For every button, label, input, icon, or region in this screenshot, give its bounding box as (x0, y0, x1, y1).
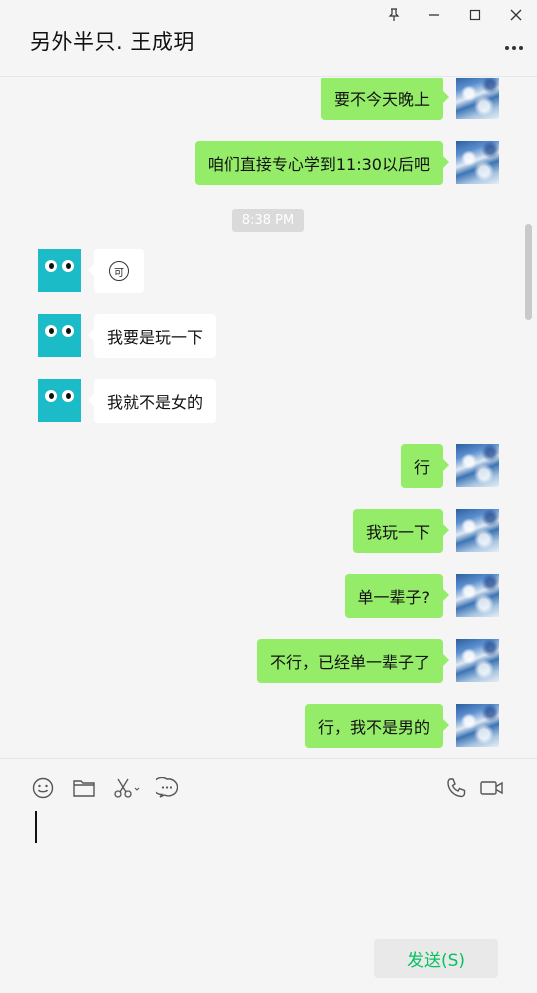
my-avatar[interactable] (456, 78, 499, 119)
contact-avatar[interactable] (38, 379, 81, 422)
message-bubble[interactable]: 我要是玩一下 (87, 314, 217, 358)
chat-history-icon[interactable] (154, 775, 180, 801)
chat-header: 另外半只. 王成玥 (0, 0, 537, 77)
message-item: 不行，已经单一辈子了 (0, 639, 537, 683)
message-item: 可 (0, 249, 537, 293)
message-bubble[interactable]: 我就不是女的 (87, 379, 217, 423)
my-avatar[interactable] (456, 639, 499, 682)
emoji-icon[interactable] (30, 775, 56, 801)
message-bubble[interactable]: 不行，已经单一辈子了 (256, 639, 450, 683)
phone-icon[interactable] (443, 775, 469, 801)
scrollbar[interactable] (525, 224, 532, 320)
ke-emoji-icon: 可 (109, 261, 129, 281)
message-item: 我要是玩一下 (0, 314, 537, 358)
message-bubble[interactable]: 行，我不是男的 (304, 704, 450, 748)
message-bubble[interactable]: 单一辈子? (344, 574, 449, 618)
message-item: 要不今天晚上 (0, 78, 537, 122)
message-bubble[interactable]: 可 (88, 249, 144, 293)
minimize-icon[interactable] (421, 4, 447, 26)
message-item: 单一辈子? (0, 574, 537, 618)
message-item: 我玩一下 (0, 509, 537, 553)
message-bubble[interactable]: 我玩一下 (352, 509, 450, 553)
contact-avatar[interactable] (38, 314, 81, 357)
message-item: 我就不是女的 (0, 379, 537, 423)
timestamp-label: 8:38 PM (232, 209, 304, 232)
contact-avatar[interactable] (38, 249, 81, 292)
message-item: 行 (0, 444, 537, 488)
video-call-icon[interactable] (478, 775, 506, 801)
my-avatar[interactable] (456, 141, 499, 184)
my-avatar[interactable] (456, 704, 499, 747)
send-button[interactable]: 发送(S) (374, 939, 498, 978)
message-bubble[interactable]: 咱们直接专心学到11:30以后吧 (194, 141, 450, 185)
message-bubble[interactable]: 要不今天晚上 (320, 78, 450, 120)
message-item: 咱们直接专心学到11:30以后吧 (0, 141, 537, 185)
more-options-icon[interactable] (503, 38, 525, 58)
my-avatar[interactable] (456, 574, 499, 617)
input-panel: 发送(S) (0, 758, 537, 993)
folder-icon[interactable] (71, 775, 97, 801)
scissors-icon[interactable] (112, 775, 142, 801)
text-input-cursor[interactable] (35, 811, 37, 843)
chat-window: 另外半只. 王成玥 要不今天晚上 咱们直接专心学到11:30以后吧 8:38 P… (0, 0, 537, 993)
maximize-icon[interactable] (462, 4, 488, 26)
message-bubble[interactable]: 行 (400, 444, 450, 488)
message-list[interactable]: 要不今天晚上 咱们直接专心学到11:30以后吧 8:38 PM 可 我要是玩一下 (0, 78, 537, 758)
close-icon[interactable] (503, 4, 529, 26)
chat-title: 另外半只. 王成玥 (30, 30, 195, 54)
message-item: 行，我不是男的 (0, 704, 537, 748)
my-avatar[interactable] (456, 444, 499, 487)
pin-icon[interactable] (381, 4, 407, 26)
my-avatar[interactable] (456, 509, 499, 552)
